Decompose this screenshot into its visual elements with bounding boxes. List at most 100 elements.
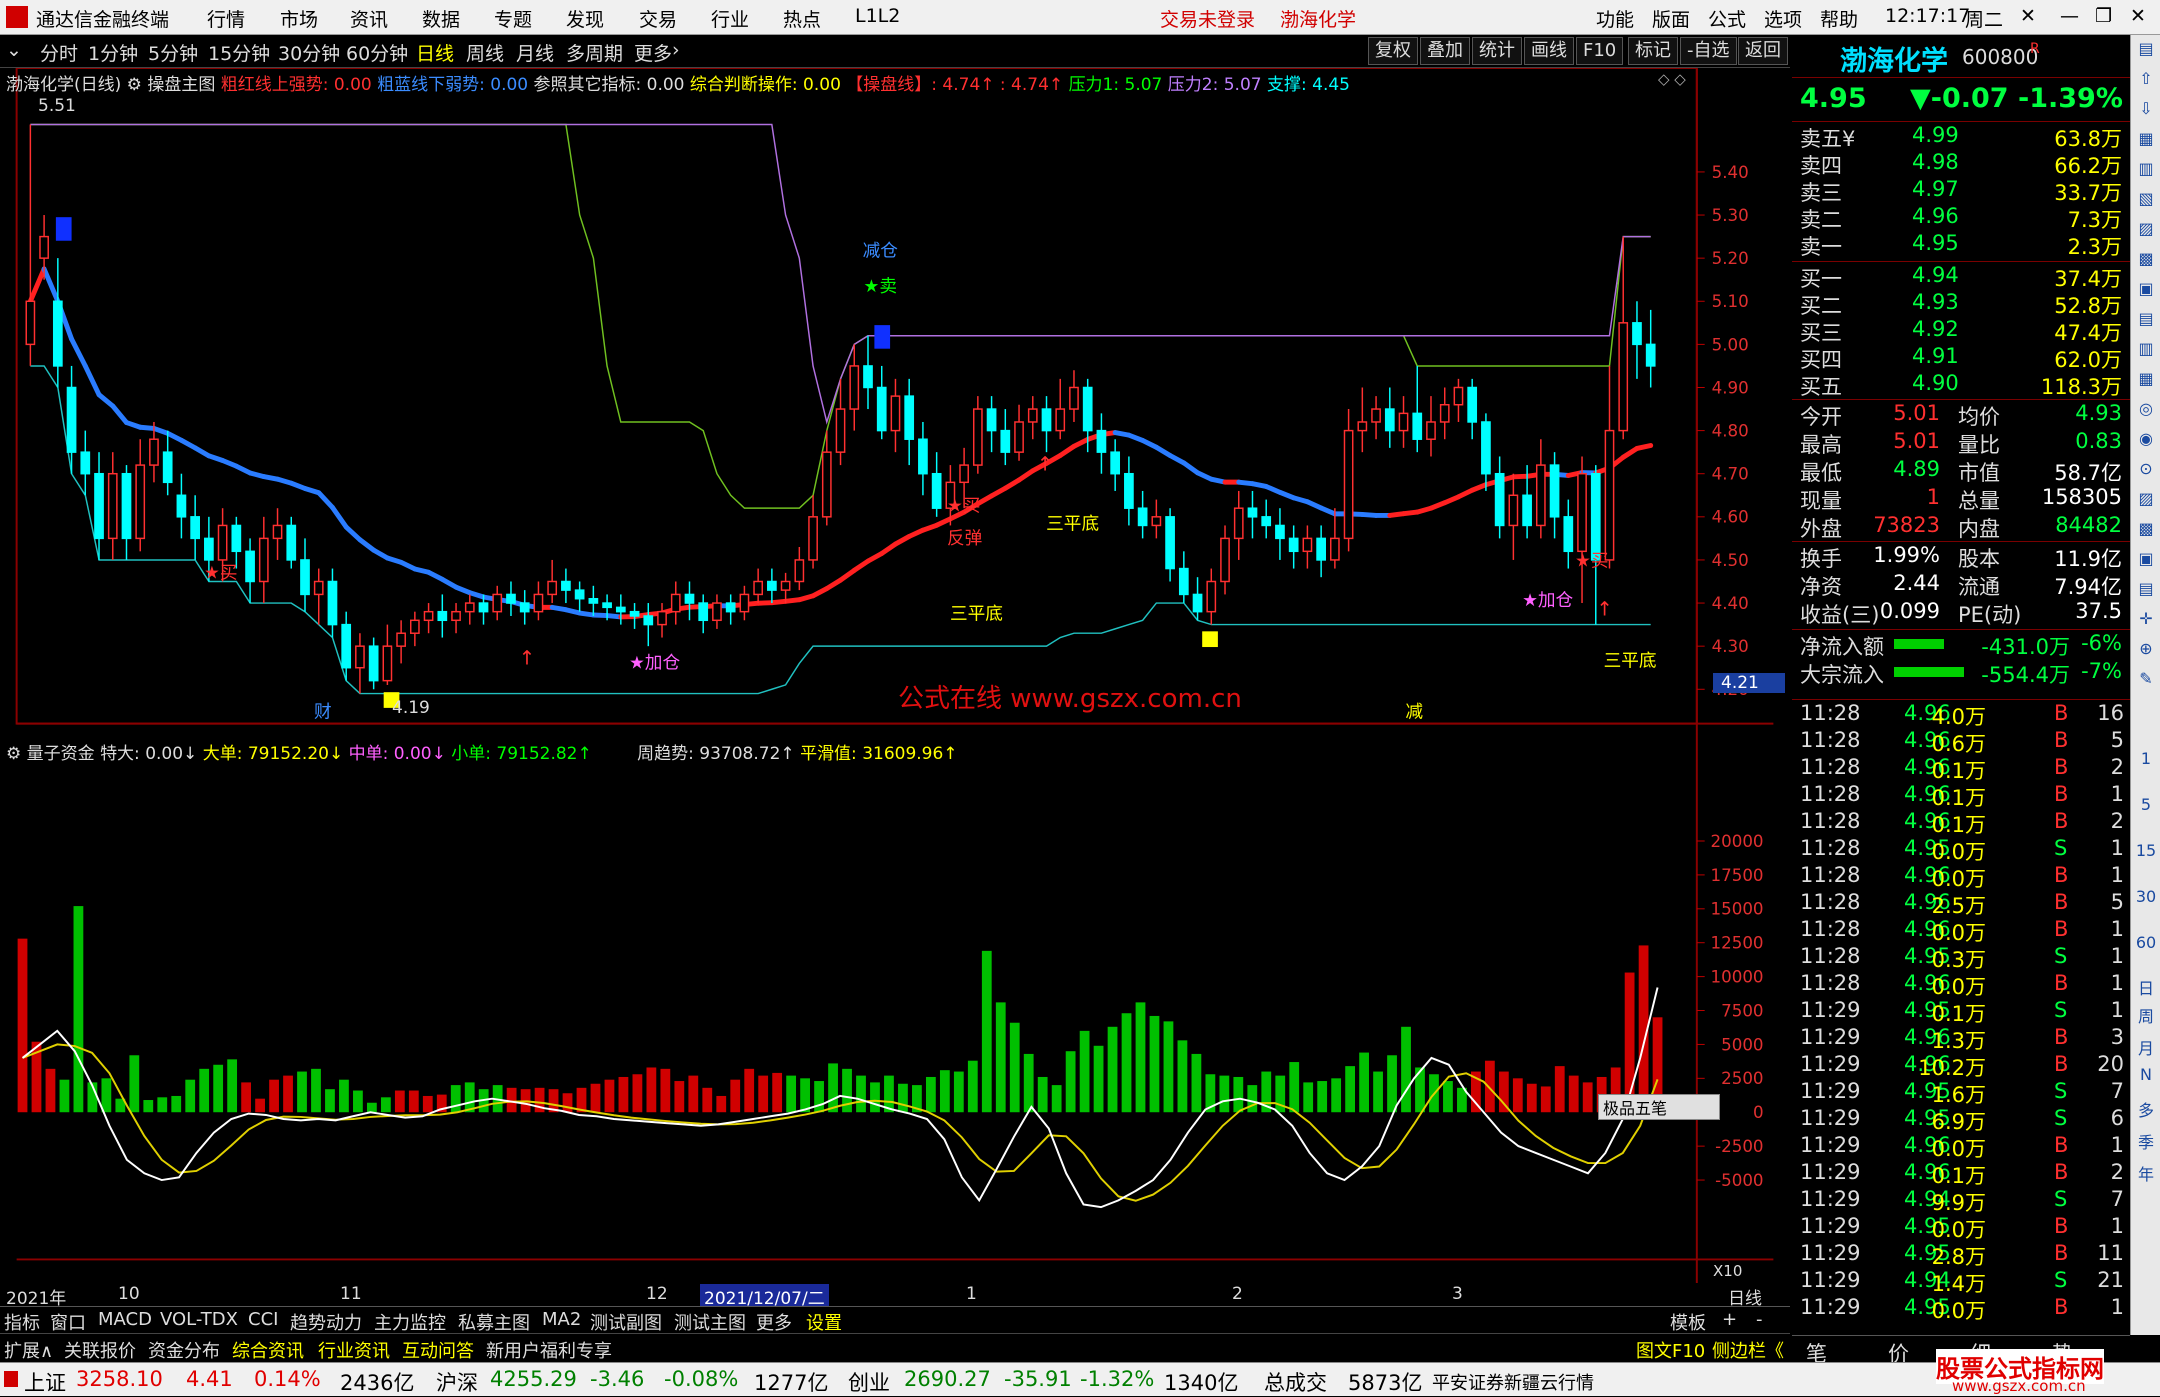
close-window-icon[interactable]: ✕ xyxy=(2130,5,2146,27)
ask-row[interactable]: 卖三4.9733.7万 xyxy=(1792,177,2130,204)
formula-name[interactable]: 操盘主图 xyxy=(147,75,215,95)
bid-row[interactable]: 买五4.90118.3万 xyxy=(1792,371,2130,398)
settings-icon[interactable]: ⚙ xyxy=(6,744,21,764)
toolbar-button[interactable]: 统计 xyxy=(1472,37,1522,65)
indicator-tab[interactable]: 设置 xyxy=(806,1309,842,1335)
tick-row[interactable]: 11:294.951.6万S7 xyxy=(1792,1079,2130,1106)
info-tab[interactable]: 侧边栏《 xyxy=(1712,1337,1784,1363)
ask-row[interactable]: 卖二4.967.3万 xyxy=(1792,204,2130,231)
menu-item[interactable]: 交易 xyxy=(639,5,677,32)
sidebar-icon[interactable]: ▤ xyxy=(2134,309,2158,328)
sidebar-period[interactable]: 日 xyxy=(2134,975,2158,999)
sidebar-icon[interactable]: ▨ xyxy=(2134,219,2158,238)
tick-row[interactable]: 11:284.960.1万B2 xyxy=(1792,755,2130,782)
menu-item[interactable]: 功能 xyxy=(1596,5,1634,32)
sidebar-period[interactable]: 60 xyxy=(2134,933,2158,952)
sidebar-period[interactable]: 30 xyxy=(2134,887,2158,906)
info-tab[interactable]: 关联报价 xyxy=(64,1337,136,1363)
sidebar-period[interactable]: 周 xyxy=(2134,1003,2158,1027)
period-tab[interactable]: 1分钟 xyxy=(88,39,138,66)
expand-tab[interactable]: 扩展∧ xyxy=(4,1337,53,1363)
add-button[interactable]: + xyxy=(1722,1309,1737,1330)
menu-item[interactable]: L1L2 xyxy=(855,5,900,27)
tick-row[interactable]: 11:284.960.0万B1 xyxy=(1792,863,2130,890)
tick-row[interactable]: 11:294.950.0万B1 xyxy=(1792,1214,2130,1241)
period-tab[interactable]: 周线 xyxy=(466,39,504,66)
trade-status[interactable]: 交易未登录 xyxy=(1160,5,1255,32)
sidebar-icon[interactable]: ◉ xyxy=(2134,429,2158,448)
period-tab-active[interactable]: 日线 xyxy=(416,39,454,66)
remove-button[interactable]: - xyxy=(1756,1309,1763,1330)
sidebar-icon[interactable]: ▥ xyxy=(2134,159,2158,178)
tick-row[interactable]: 11:294.949.9万S7 xyxy=(1792,1187,2130,1214)
menu-item[interactable]: 专题 xyxy=(494,5,532,32)
stat-row[interactable]: 换手1.99%股本11.9亿 xyxy=(1792,543,2130,570)
arrow-down-icon[interactable]: ⇩ xyxy=(2134,99,2158,118)
tick-row[interactable]: 11:284.950.0万S1 xyxy=(1792,836,2130,863)
tick-row[interactable]: 11:284.960.1万B2 xyxy=(1792,809,2130,836)
tick-row[interactable]: 11:294.950.0万B1 xyxy=(1792,1295,2130,1322)
sidebar-period[interactable]: 年 xyxy=(2134,1161,2158,1185)
menu-item[interactable]: 热点 xyxy=(783,5,821,32)
period-tab[interactable]: 分时 xyxy=(40,39,78,66)
sidebar-period[interactable]: 5 xyxy=(2134,795,2158,814)
indicator-tab[interactable]: 趋势动力 xyxy=(290,1309,362,1335)
menu-item[interactable]: 行业 xyxy=(711,5,749,32)
indicator-tab[interactable]: 测试主图 xyxy=(674,1309,746,1335)
sidebar-icon[interactable]: ▦ xyxy=(2134,129,2158,148)
toolbar-button[interactable]: 叠加 xyxy=(1420,37,1470,65)
sidebar-icon[interactable]: ▤ xyxy=(2134,39,2158,58)
info-tab[interactable]: 行业资讯 xyxy=(318,1337,390,1363)
menu-item[interactable]: 行情 xyxy=(207,5,245,32)
sidebar-icon[interactable]: ⊙ xyxy=(2134,459,2158,478)
stat-row[interactable]: 外盘73823内盘84482 xyxy=(1792,513,2130,540)
flow-row[interactable]: 净流入额-431.0万-6% xyxy=(1792,631,2130,658)
arrow-up-icon[interactable]: ⇧ xyxy=(2134,69,2158,88)
pen-icon[interactable]: ✎ xyxy=(2134,669,2158,688)
period-tab[interactable]: 15分钟 xyxy=(208,39,270,66)
sidebar-period[interactable]: 15 xyxy=(2134,841,2158,860)
indicator-tab[interactable]: 私募主图 xyxy=(458,1309,530,1335)
diamond-icon[interactable]: ◇ ◇ xyxy=(1658,70,1686,88)
indicator-tab[interactable]: 窗口 xyxy=(50,1309,86,1335)
period-tab[interactable]: 更多 xyxy=(634,39,672,66)
period-tab[interactable]: 多周期 xyxy=(566,39,623,66)
tick-row[interactable]: 11:284.960.0万B1 xyxy=(1792,971,2130,998)
ask-row[interactable]: 卖四4.9866.2万 xyxy=(1792,150,2130,177)
tick-row[interactable]: 11:284.964.0万B16 xyxy=(1792,701,2130,728)
sidebar-icon[interactable]: ▩ xyxy=(2134,519,2158,538)
info-tab[interactable]: 图文F10 xyxy=(1636,1337,1705,1363)
info-tab[interactable]: 综合资讯 xyxy=(232,1337,304,1363)
sidebar-icon[interactable]: ▩ xyxy=(2134,249,2158,268)
menu-item[interactable]: 选项 xyxy=(1764,5,1802,32)
tick-row[interactable]: 11:294.960.0万B1 xyxy=(1792,1133,2130,1160)
tick-row[interactable]: 11:294.9610.2万B20 xyxy=(1792,1052,2130,1079)
toolbar-button[interactable]: F10 xyxy=(1576,37,1623,65)
bid-row[interactable]: 买二4.9352.8万 xyxy=(1792,290,2130,317)
info-tab[interactable]: 资金分布 xyxy=(148,1337,220,1363)
ask-row[interactable]: 卖五¥4.9963.8万 xyxy=(1792,123,2130,150)
sidebar-period[interactable]: 1 xyxy=(2134,749,2158,768)
index-name[interactable]: 上证 xyxy=(24,1367,66,1397)
info-tab[interactable]: 新用户福利专享 xyxy=(486,1337,612,1363)
bid-row[interactable]: 买一4.9437.4万 xyxy=(1792,263,2130,290)
menu-item[interactable]: 帮助 xyxy=(1820,5,1858,32)
tick-row[interactable]: 11:284.950.3万S1 xyxy=(1792,944,2130,971)
bid-row[interactable]: 买四4.9162.0万 xyxy=(1792,344,2130,371)
sidebar-icon[interactable]: ▣ xyxy=(2134,549,2158,568)
tick-row[interactable]: 11:294.950.1万S1 xyxy=(1792,998,2130,1025)
stat-row[interactable]: 净资2.44流通7.94亿 xyxy=(1792,571,2130,598)
ime-badge[interactable]: 极品五笔 xyxy=(1598,1094,1720,1120)
stat-row[interactable]: 最高5.01量比0.83 xyxy=(1792,429,2130,456)
sidebar-icon[interactable]: ▣ xyxy=(2134,279,2158,298)
menu-item[interactable]: 市场 xyxy=(280,5,318,32)
sidebar-icon[interactable]: ▤ xyxy=(2134,579,2158,598)
tick-row[interactable]: 11:294.941.4万S21 xyxy=(1792,1268,2130,1295)
indicator-tab[interactable]: MA2 xyxy=(542,1309,581,1330)
kline-chart[interactable]: 5.405.305.205.105.004.904.804.704.604.50… xyxy=(0,68,1790,1283)
toolbar-button[interactable]: 画线 xyxy=(1524,37,1574,65)
stat-row[interactable]: 现量1总量158305 xyxy=(1792,485,2130,512)
more-arrow-icon[interactable]: › xyxy=(672,39,680,61)
menu-item[interactable]: 资讯 xyxy=(350,5,388,32)
settings-icon[interactable]: ⚙ xyxy=(127,75,142,95)
